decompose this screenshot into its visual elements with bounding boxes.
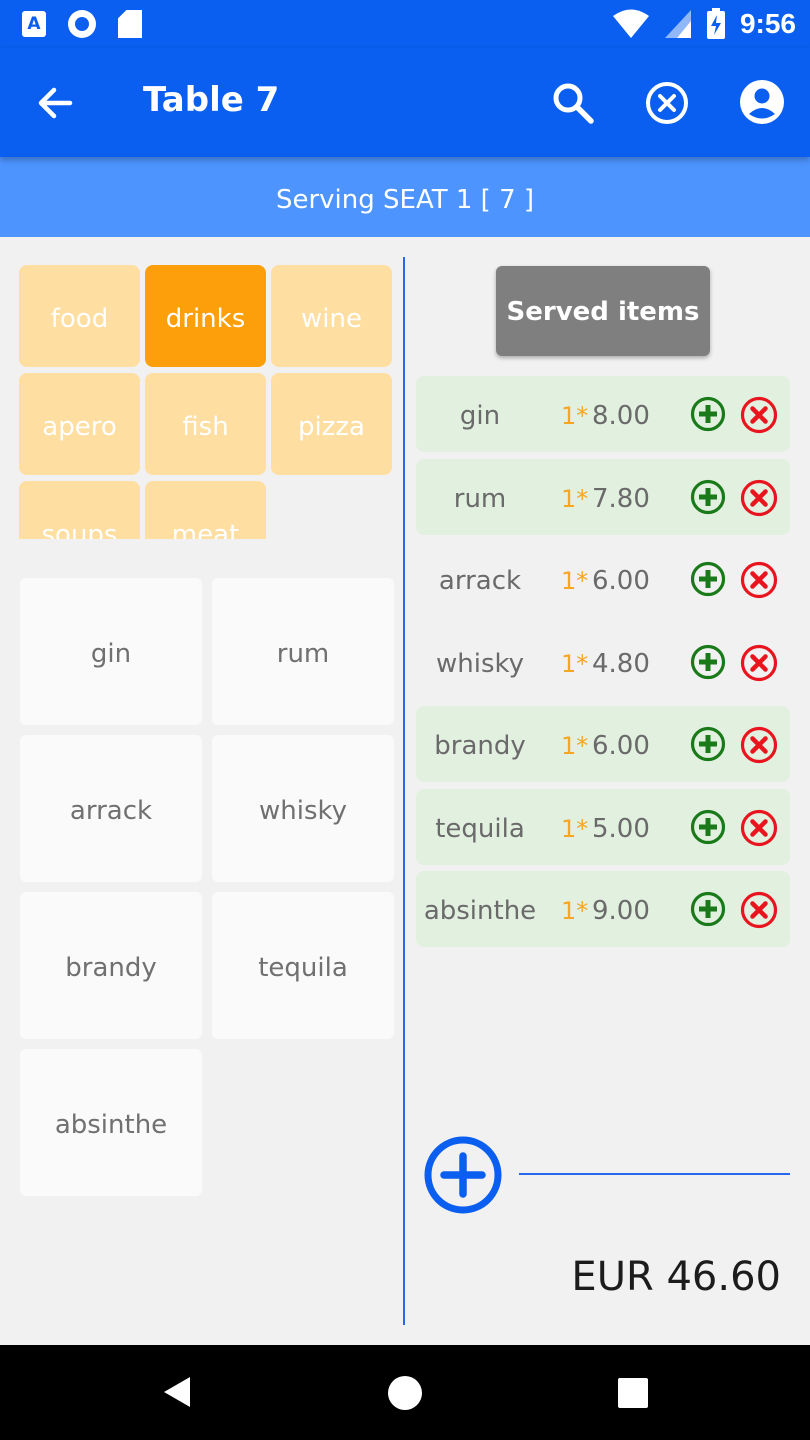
signal-icon	[664, 10, 691, 38]
add-one-icon[interactable]	[690, 891, 726, 927]
circle-icon	[68, 10, 96, 38]
served-item-name: arrack	[438, 566, 522, 596]
sd-card-icon	[118, 10, 142, 38]
seat-banner: Serving SEAT 1 [ 7 ]	[0, 157, 810, 237]
category-pizza[interactable]: pizza	[271, 373, 392, 475]
order-total: EUR 46.60	[571, 1254, 781, 1300]
add-one-icon[interactable]	[690, 396, 726, 432]
served-item-qty: 1*	[561, 814, 589, 843]
served-row-tequila: tequila 1* 5.00	[416, 788, 790, 865]
add-one-icon[interactable]	[690, 726, 726, 762]
status-bar: A 9:56	[0, 0, 810, 48]
category-meat[interactable]: meat	[145, 481, 266, 539]
served-item-price: 5.00	[592, 813, 650, 844]
served-item-qty: 1*	[561, 649, 589, 678]
menu-item-gin[interactable]: gin	[20, 578, 202, 725]
menu-item-whisky[interactable]: whisky	[212, 735, 394, 882]
served-row-absinthe: absinthe 1* 9.00	[416, 871, 790, 947]
add-one-icon[interactable]	[690, 644, 726, 680]
served-item-qty: 1*	[561, 567, 589, 595]
add-one-icon[interactable]	[690, 479, 726, 515]
remove-item-icon[interactable]	[740, 726, 778, 764]
category-soups[interactable]: soups	[19, 481, 140, 539]
app-a-icon: A	[22, 11, 46, 37]
nav-home-icon[interactable]	[388, 1376, 422, 1410]
panel-divider	[403, 257, 405, 1325]
add-one-icon[interactable]	[690, 809, 726, 845]
battery-charging-icon	[706, 8, 725, 39]
menu-item-absinthe[interactable]: absinthe	[20, 1049, 202, 1196]
served-item-price: 9.00	[592, 896, 650, 926]
category-food[interactable]: food	[19, 265, 140, 367]
served-item-price: 6.00	[592, 566, 650, 596]
served-item-price: 6.00	[592, 731, 650, 761]
served-item-name: gin	[459, 401, 501, 431]
menu-item-arrack[interactable]: arrack	[20, 735, 202, 882]
served-item-price: 7.80	[592, 483, 650, 514]
add-circle-icon[interactable]	[423, 1135, 503, 1215]
served-row-whisky: whisky 1* 4.80	[416, 624, 790, 700]
app-bar: Table 7	[0, 48, 810, 157]
served-row-rum: rum 1* 7.80	[416, 458, 790, 535]
served-item-name: rum	[453, 483, 507, 514]
menu-item-rum[interactable]: rum	[212, 578, 394, 725]
served-row-brandy: brandy 1* 6.00	[416, 706, 790, 782]
served-item-price: 8.00	[592, 401, 650, 431]
nav-back-icon[interactable]	[162, 1375, 192, 1409]
page-title: Table 7	[143, 80, 280, 120]
cancel-icon[interactable]	[644, 80, 690, 126]
served-item-price: 4.80	[592, 648, 650, 679]
category-fish[interactable]: fish	[145, 373, 266, 475]
category-wine[interactable]: wine	[271, 265, 392, 367]
clock: 9:56	[739, 8, 796, 39]
back-arrow-icon[interactable]	[32, 80, 78, 126]
menu-item-tequila[interactable]: tequila	[212, 892, 394, 1039]
menu-item-brandy[interactable]: brandy	[20, 892, 202, 1039]
remove-item-icon[interactable]	[740, 561, 778, 599]
served-item-name: tequila	[435, 813, 525, 844]
category-grid: food drinks wine apero fish pizza soups …	[19, 265, 394, 539]
remove-item-icon[interactable]	[740, 809, 778, 847]
category-drinks[interactable]: drinks	[145, 265, 266, 367]
served-row-gin: gin 1* 8.00	[416, 376, 790, 452]
remove-item-icon[interactable]	[740, 891, 778, 929]
add-one-icon[interactable]	[690, 561, 726, 597]
remove-item-icon[interactable]	[740, 396, 778, 434]
served-item-name: brandy	[434, 731, 526, 761]
served-items-button[interactable]: Served items	[496, 266, 710, 356]
category-apero[interactable]: apero	[19, 373, 140, 475]
served-item-qty: 1*	[561, 897, 589, 925]
served-item-name: absinthe	[423, 896, 537, 926]
account-icon[interactable]	[738, 78, 786, 126]
served-item-name: whisky	[435, 648, 525, 679]
search-icon[interactable]	[552, 82, 594, 124]
wifi-icon	[612, 9, 649, 38]
served-item-qty: 1*	[561, 732, 589, 760]
total-separator	[519, 1173, 790, 1175]
served-item-qty: 1*	[561, 402, 589, 430]
served-row-arrack: arrack 1* 6.00	[416, 541, 790, 617]
served-item-qty: 1*	[561, 484, 589, 513]
remove-item-icon[interactable]	[740, 479, 778, 517]
remove-item-icon[interactable]	[740, 644, 778, 682]
nav-recents-icon[interactable]	[618, 1378, 648, 1408]
